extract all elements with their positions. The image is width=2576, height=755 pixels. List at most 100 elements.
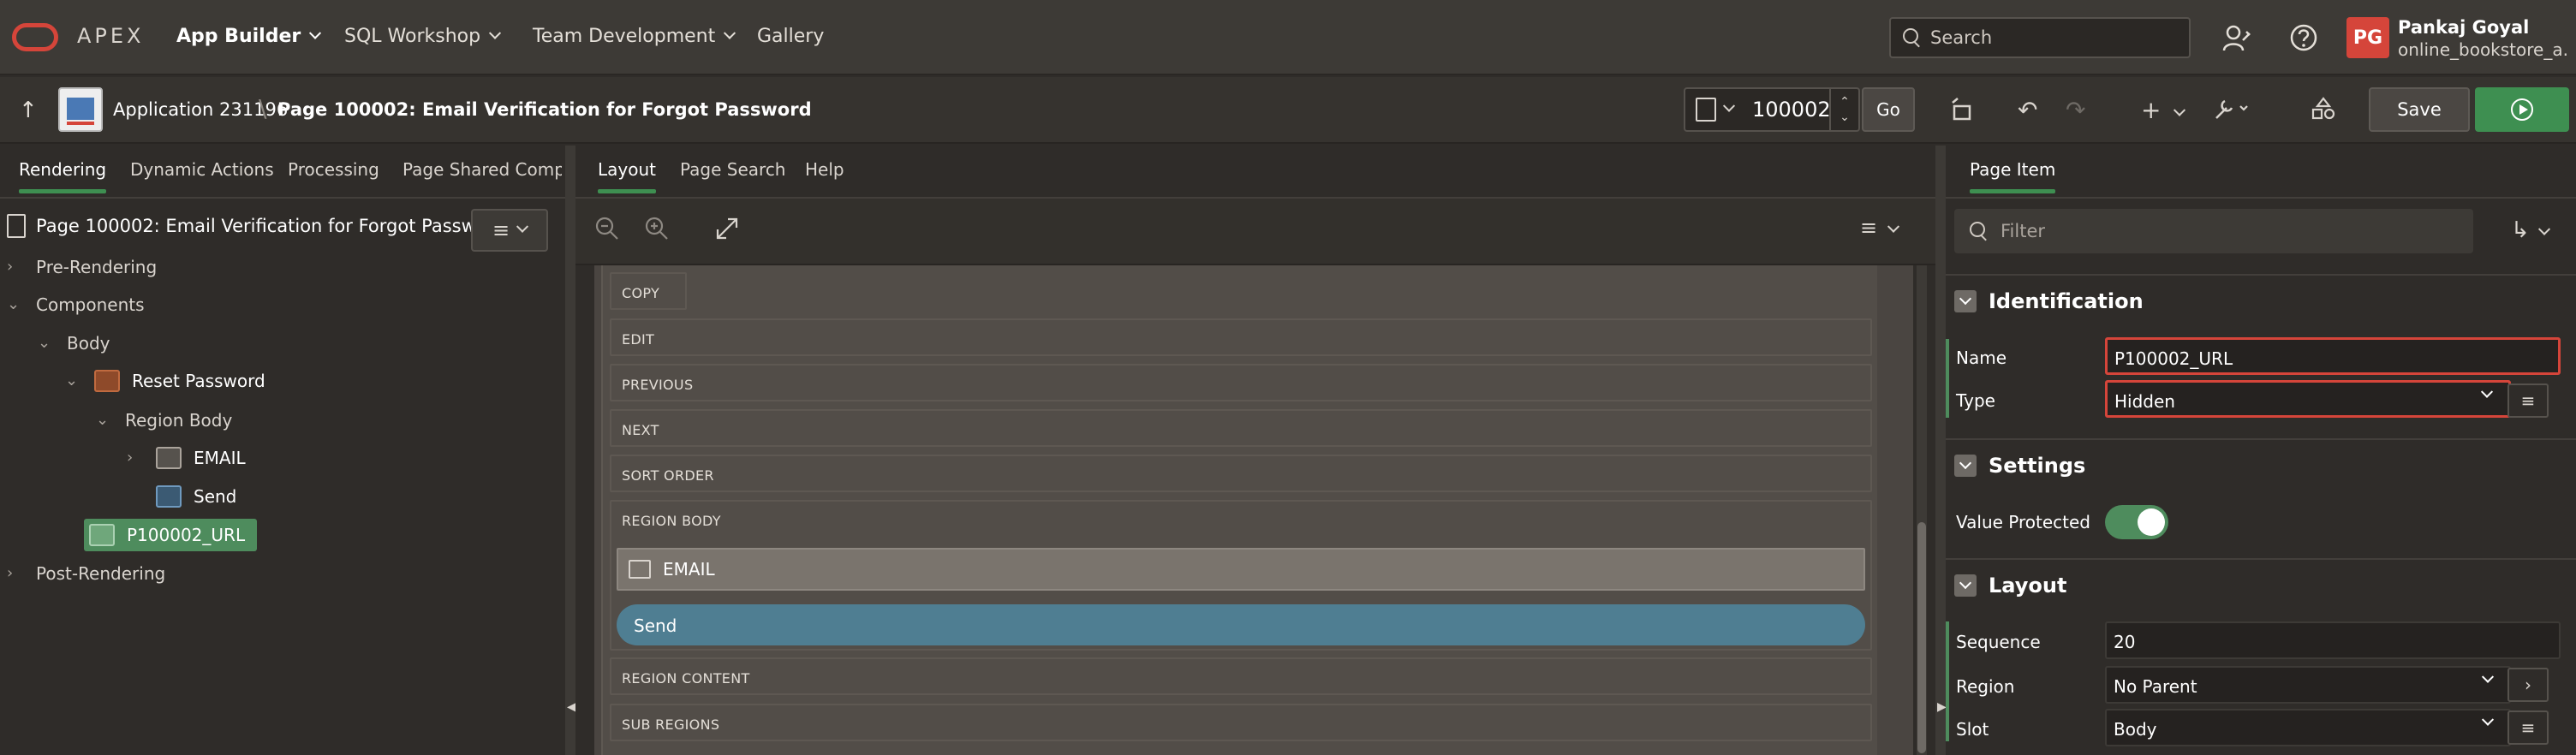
tree-node-components[interactable]: ⌄ Components <box>7 294 145 315</box>
left-splitter[interactable]: ◀ <box>565 146 576 755</box>
rendering-pane: Rendering Dynamic Actions Processing Pag… <box>0 146 565 755</box>
oracle-logo-icon[interactable] <box>12 23 58 51</box>
section-identification[interactable]: Identification <box>1946 274 2576 327</box>
tree-node-region-body[interactable]: ⌄ Region Body <box>96 410 232 431</box>
page-number-stepper[interactable]: ⌃ ⌄ <box>1829 89 1858 130</box>
utilities-wrench-icon[interactable] <box>2213 96 2251 128</box>
chevron-down-icon <box>2481 670 2495 683</box>
layout-email-item[interactable]: EMAIL <box>617 548 1865 591</box>
chevron-right-icon[interactable]: › <box>127 450 139 466</box>
property-filter[interactable] <box>1954 209 2473 253</box>
tree-node-body[interactable]: ⌄ Body <box>38 333 110 354</box>
prop-slot-label: Slot <box>1956 719 1989 740</box>
text-field-icon <box>156 447 182 469</box>
expand-icon[interactable] <box>714 216 740 247</box>
tab-page-search[interactable]: Page Search <box>680 159 786 180</box>
apex-logo-text[interactable]: APEX <box>77 24 145 48</box>
tab-help[interactable]: Help <box>805 159 844 180</box>
administration-icon[interactable] <box>2221 22 2252 53</box>
go-button[interactable]: Go <box>1862 87 1915 132</box>
section-settings[interactable]: Settings <box>1946 438 2576 491</box>
slot-region-content[interactable]: REGION CONTENT <box>610 657 1872 695</box>
tab-processing[interactable]: Processing <box>288 159 379 180</box>
page-selector[interactable]: 100002 ⌃ ⌄ <box>1684 87 1860 132</box>
prop-slot-select[interactable]: Body <box>2105 709 2511 746</box>
layout-canvas[interactable]: COPY EDIT PREVIOUS NEXT SORT ORDER REGIO… <box>594 265 1927 755</box>
collapse-section-icon[interactable] <box>1954 455 1977 477</box>
help-icon[interactable] <box>2288 22 2319 53</box>
go-to-region-button[interactable]: › <box>2507 668 2549 702</box>
chevron-down-icon[interactable]: ⌄ <box>65 373 78 389</box>
tree-node-pre-rendering[interactable]: › Pre-Rendering <box>7 257 157 277</box>
run-page-button[interactable] <box>2475 87 2569 132</box>
property-filter-input[interactable] <box>2001 221 2429 241</box>
right-splitter[interactable]: ▶ <box>1935 146 1947 755</box>
global-search[interactable] <box>1889 17 2191 58</box>
undo-icon[interactable]: ↶ <box>2018 96 2037 124</box>
slot-previous[interactable]: PREVIOUS <box>610 364 1872 401</box>
save-button[interactable]: Save <box>2369 87 2470 132</box>
chevron-down-icon[interactable]: ⌄ <box>38 336 51 351</box>
slot-edit[interactable]: EDIT <box>610 318 1872 356</box>
type-list-button[interactable]: ≡ <box>2507 383 2549 418</box>
shared-components-icon[interactable] <box>2311 96 2336 128</box>
prop-sequence-input[interactable]: 20 <box>2105 621 2561 659</box>
slot-sub-regions[interactable]: SUB REGIONS <box>610 704 1872 741</box>
collapse-section-icon[interactable] <box>1954 290 1977 312</box>
button-icon <box>156 485 182 508</box>
create-menu-icon[interactable]: + <box>2141 96 2186 124</box>
scrollbar-thumb[interactable] <box>1917 522 1926 753</box>
tab-dynamic-actions[interactable]: Dynamic Actions <box>130 159 274 180</box>
value-protected-toggle[interactable] <box>2105 505 2168 539</box>
tab-layout[interactable]: Layout <box>598 159 656 193</box>
layout-scrollbar[interactable] <box>1917 265 1927 755</box>
tree-node-p100002-url[interactable]: P100002_URL <box>84 519 258 551</box>
user-avatar[interactable]: PG <box>2346 17 2389 58</box>
chevron-right-icon[interactable]: › <box>7 566 19 581</box>
property-editor: Page Item ↳ Identification Name P100002_… <box>1946 146 2576 755</box>
nav-team-development[interactable]: Team Development <box>533 26 736 47</box>
layout-menu-icon[interactable]: ≡ <box>1860 216 1899 240</box>
tree-node-email[interactable]: › EMAIL <box>127 447 246 469</box>
tree-node-send[interactable]: Send <box>156 485 236 508</box>
redo-icon[interactable]: ↷ <box>2066 96 2085 124</box>
required-indicator <box>1946 339 1949 418</box>
lock-page-icon[interactable] <box>1949 96 1975 128</box>
chevron-down-icon <box>309 27 322 39</box>
section-layout[interactable]: Layout <box>1946 558 2576 611</box>
user-name[interactable]: Pankaj Goyal <box>2398 17 2529 38</box>
collapse-section-icon[interactable] <box>1954 574 1977 597</box>
tree-menu-button[interactable]: ≡ <box>471 209 548 252</box>
slot-copy[interactable]: COPY <box>610 272 687 310</box>
tree-node-label: Region Body <box>125 410 233 431</box>
zoom-out-icon[interactable] <box>594 216 620 247</box>
layout-send-button[interactable]: Send <box>617 604 1865 645</box>
nav-sql-workshop[interactable]: SQL Workshop <box>344 26 502 47</box>
nav-gallery[interactable]: Gallery <box>757 26 824 47</box>
prop-type-select[interactable]: Hidden <box>2105 380 2511 418</box>
chevron-down-icon[interactable]: ⌄ <box>96 413 109 428</box>
chevron-down-icon[interactable]: ⌄ <box>7 297 20 312</box>
tree-node-post-rendering[interactable]: › Post-Rendering <box>7 563 165 584</box>
slot-list-button[interactable]: ≡ <box>2507 710 2549 745</box>
tree-node-label: Post-Rendering <box>36 563 166 584</box>
zoom-in-icon[interactable] <box>644 216 670 247</box>
chevron-right-icon[interactable]: › <box>7 259 19 275</box>
slot-sort-order[interactable]: SORT ORDER <box>610 455 1872 492</box>
global-search-input[interactable] <box>1930 27 2170 48</box>
tree-node-reset-password[interactable]: ⌄ Reset Password <box>65 370 265 392</box>
tab-page-shared-components[interactable]: Page Shared Compor <box>402 159 562 180</box>
user-workspace[interactable]: online_bookstore_a... <box>2398 39 2569 60</box>
application-icon[interactable] <box>58 87 103 132</box>
prop-name-input[interactable]: P100002_URL <box>2105 337 2561 375</box>
nav-app-builder[interactable]: App Builder <box>176 26 322 47</box>
layout-pane: Layout Page Search Help ≡ COPY EDIT PREV… <box>575 146 1935 755</box>
page-number-input[interactable]: 100002 <box>1752 98 1831 122</box>
tab-rendering[interactable]: Rendering <box>19 159 107 193</box>
tab-page-item[interactable]: Page Item <box>1970 159 2056 193</box>
arrow-up-icon[interactable]: ↑ <box>19 98 38 123</box>
slot-next[interactable]: NEXT <box>610 409 1872 447</box>
prop-name-label: Name <box>1956 348 2007 368</box>
prop-region-select[interactable]: No Parent <box>2105 666 2511 704</box>
go-to-group-icon[interactable]: ↳ <box>2511 217 2551 243</box>
